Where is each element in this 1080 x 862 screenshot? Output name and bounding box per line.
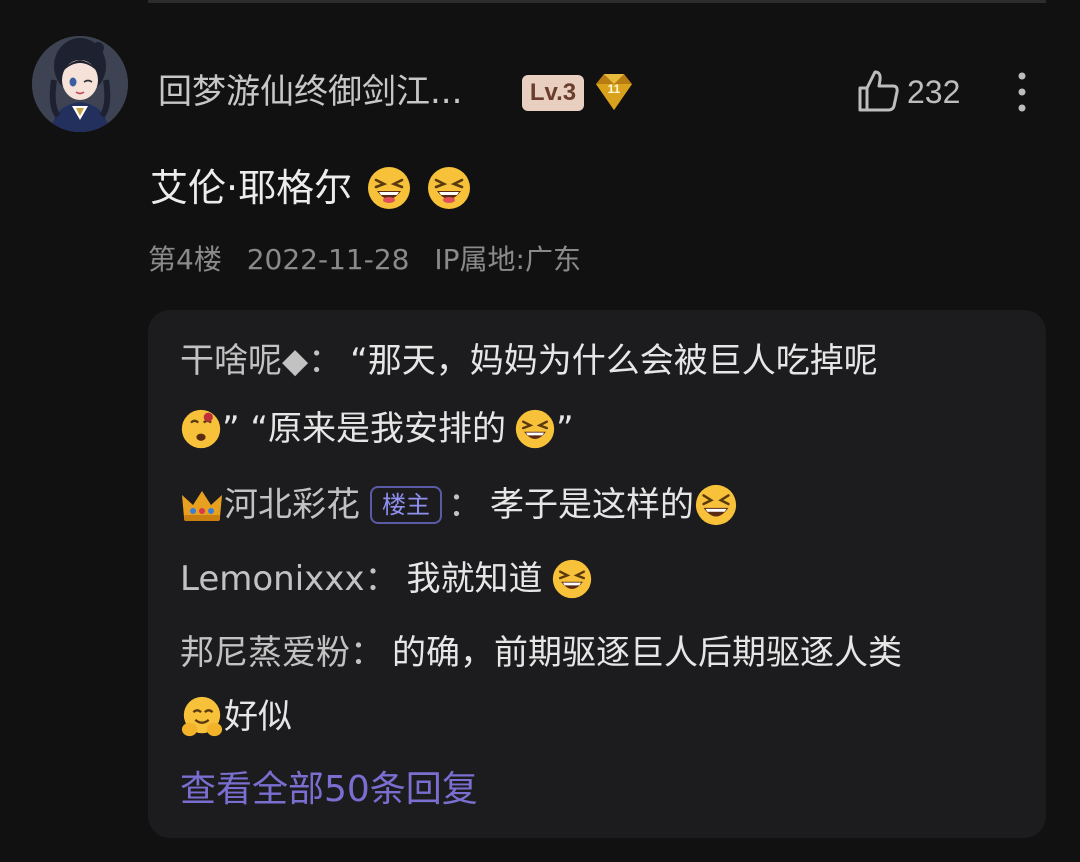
medal-number: 11 (608, 82, 621, 96)
comment-text: 艾伦·耶格尔 (150, 160, 472, 216)
reply-text: 好似 (224, 697, 292, 737)
grin-squint-emoji-icon (552, 559, 591, 599)
reply-text: “那天，妈妈为什么会被巨人吃掉呢 (350, 341, 878, 381)
laughing-emoji-icon (695, 484, 737, 526)
diamond-medal-icon: 11 (596, 74, 632, 110)
floor-number: 第4楼 (148, 243, 222, 276)
reply-author[interactable]: 邦尼蒸爱粉 (180, 622, 350, 684)
grin-squint-emoji-icon (368, 167, 411, 209)
view-all-replies-link[interactable]: 查看全部50条回复 (180, 764, 478, 816)
reply-item-continued[interactable]: 好似 (180, 686, 292, 748)
comment-meta: 第4楼 2022-11-28 IP属地:广东 (148, 238, 597, 282)
reply-text: 的确，前期驱逐巨人后期驱逐人类 (392, 633, 902, 673)
reply-item[interactable]: 河北彩花 楼主 ： 孝子是这样的 (180, 474, 738, 536)
reply-author[interactable]: 河北彩花 (224, 474, 360, 536)
reply-author[interactable]: Lemonixxx (180, 548, 365, 610)
more-options-icon[interactable] (1008, 70, 1036, 114)
crown-icon (182, 491, 222, 521)
reply-preview-box[interactable]: 干啥呢◆ ： “那天，妈妈为什么会被巨人吃掉呢 ” “原来是我安排的 ” 河北彩… (148, 310, 1046, 838)
medal-badge: 11 (592, 70, 636, 114)
avatar[interactable] (32, 36, 128, 132)
ip-location: IP属地:广东 (434, 243, 581, 276)
username[interactable]: 回梦游仙终御剑江... (158, 70, 462, 114)
top-divider (148, 0, 1046, 3)
reply-text: 我就知道 (406, 559, 543, 599)
reply-item[interactable]: 邦尼蒸爱粉 ： 的确，前期驱逐巨人后期驱逐人类 (180, 622, 902, 684)
reply-item[interactable]: Lemonixxx ： 我就知道 (180, 548, 593, 610)
reply-text: ” “原来是我安排的 (222, 409, 507, 449)
op-badge: 楼主 (370, 486, 442, 524)
comment-date: 2022-11-28 (246, 243, 410, 276)
grin-squint-emoji-icon (428, 167, 471, 209)
grin-squint-emoji-icon (515, 409, 555, 449)
reply-item[interactable]: 干啥呢◆ ： “那天，妈妈为什么会被巨人吃掉呢 (180, 330, 878, 392)
reply-text: 孝子是这样的 (490, 485, 694, 525)
hugging-emoji-icon (181, 696, 223, 737)
reply-item-continued[interactable]: ” “原来是我安排的 ” (180, 398, 574, 460)
comment-text-content: 艾伦·耶格尔 (150, 166, 353, 210)
thumbs-up-icon[interactable] (855, 68, 901, 114)
dizzy-face-emoji-icon (181, 409, 221, 449)
like-count: 232 (907, 74, 961, 110)
reply-author[interactable]: 干啥呢◆ (180, 330, 308, 392)
level-badge: Lv.3 (522, 75, 584, 111)
